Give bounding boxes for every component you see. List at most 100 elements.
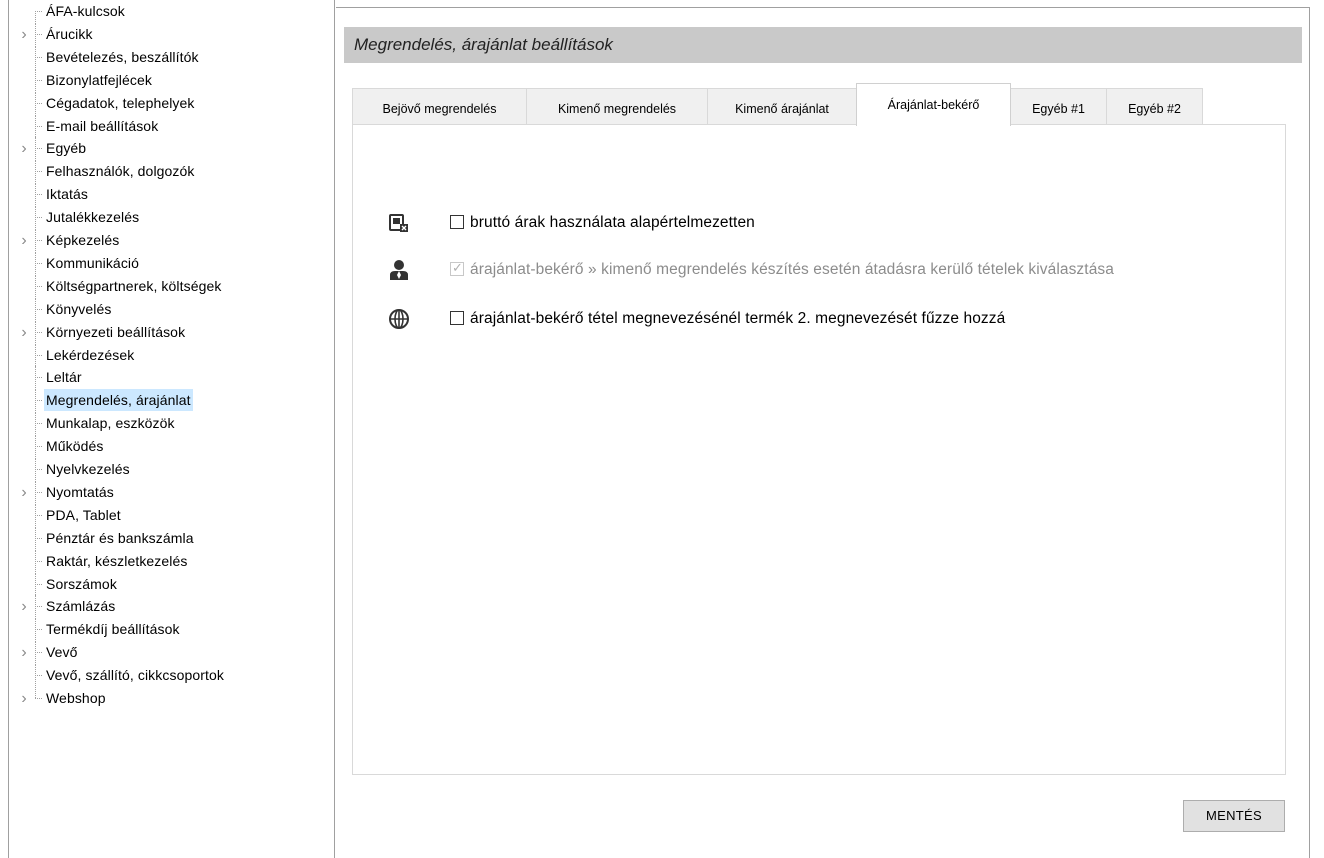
tree-item[interactable]: ÁFA-kulcsok: [9, 0, 329, 22]
tree-item[interactable]: › Számlázás: [9, 595, 329, 618]
tree-connector: [35, 217, 42, 219]
tree-guide-line: [35, 11, 37, 22]
tree-connector: [35, 285, 42, 287]
tree-connector: [35, 33, 42, 35]
tree-item-label: Nyomtatás: [46, 483, 114, 500]
tree-connector: [35, 537, 42, 539]
tree-connector: [35, 171, 42, 173]
tree-item[interactable]: Bevételezés, beszállítók: [9, 45, 329, 68]
tree-item[interactable]: Cégadatok, telephelyek: [9, 91, 329, 114]
tree-item-label: Munkalap, eszközök: [46, 415, 175, 432]
tree-item-label: Jutalékkezelés: [46, 209, 140, 226]
tree-item[interactable]: Működés: [9, 435, 329, 458]
tab-arajanlat-bekero[interactable]: Árajánlat-bekérő: [856, 83, 1011, 126]
tree-item-label: Vevő, szállító, cikkcsoportok: [46, 667, 224, 684]
tree-item-label: Vevő: [46, 644, 78, 661]
tab-egyeb-2[interactable]: Egyéb #2: [1106, 88, 1203, 125]
tab-bejovo-megrendeles[interactable]: Bejövő megrendelés: [352, 88, 527, 125]
tree-item-label: E-mail beállítások: [46, 117, 159, 134]
tree-connector: [35, 698, 42, 699]
tree-item-label: Környezeti beállítások: [46, 323, 186, 340]
globe-icon: [388, 308, 410, 330]
masodik-megnevezes-checkbox[interactable]: [450, 311, 464, 325]
tree-item[interactable]: Megrendelés, árajánlat: [9, 389, 329, 412]
save-button[interactable]: MENTÉS: [1183, 800, 1285, 832]
tree-connector: [35, 675, 42, 677]
tree-item[interactable]: Jutalékkezelés: [9, 206, 329, 229]
tab-egyeb-1[interactable]: Egyéb #1: [1010, 88, 1107, 125]
tree-connector: [35, 583, 42, 585]
tree-item[interactable]: Sorszámok: [9, 572, 329, 595]
tree-item[interactable]: Könyvelés: [9, 297, 329, 320]
tree-item[interactable]: › Környezeti beállítások: [9, 320, 329, 343]
tree-connector: [35, 240, 42, 241]
tree-connector: [35, 423, 42, 425]
tree-connector: [35, 354, 42, 356]
tree-item[interactable]: Vevő, szállító, cikkcsoportok: [9, 664, 329, 687]
tree-item[interactable]: › Vevő: [9, 641, 329, 664]
tree-item-label: Bizonylatfejlécek: [46, 71, 152, 88]
page-title: Megrendelés, árajánlat beállítások: [344, 27, 1302, 63]
settings-tree[interactable]: ÁFA-kulcsok › Árucikk Bevételezés, beszállí…: [8, 0, 335, 858]
tree-item[interactable]: Bizonylatfejlécek: [9, 68, 329, 91]
tree-item[interactable]: Iktatás: [9, 183, 329, 206]
chevron-right-icon[interactable]: ›: [17, 599, 31, 615]
tree-connector: [35, 469, 42, 470]
chevron-right-icon[interactable]: ›: [17, 141, 31, 157]
tree-item-label: Nyelvkezelés: [46, 461, 130, 477]
tree-item[interactable]: › Képkezelés: [9, 229, 329, 251]
tree-item[interactable]: Raktár, készletkezelés: [9, 549, 329, 572]
tree-item[interactable]: E-mail beállítások: [9, 114, 329, 137]
tree-connector: [35, 491, 42, 493]
tree-connector: [35, 629, 42, 631]
chevron-right-icon[interactable]: ›: [17, 233, 31, 249]
chevron-right-icon[interactable]: ›: [17, 691, 31, 707]
tree-item[interactable]: Kommunikáció: [9, 251, 329, 274]
tree-item-label: Kommunikáció: [46, 254, 140, 271]
tree-item[interactable]: Termékdíj beállítások: [9, 618, 329, 641]
tree-connector: [35, 400, 42, 402]
tree-item[interactable]: PDA, Tablet: [9, 503, 329, 526]
tree-item[interactable]: Pénztár és bankszámla: [9, 526, 329, 549]
tree-item-label: Árucikk: [46, 25, 93, 42]
tree-item[interactable]: › Nyomtatás: [9, 480, 329, 503]
tree-item[interactable]: Lekérdezések: [9, 343, 329, 366]
tetelek-kivalasztasa-checkbox: ✓: [450, 260, 464, 276]
tree-item-label: Könyvelés: [46, 300, 112, 317]
tree-item[interactable]: Felhasználók, dolgozók: [9, 160, 329, 183]
tree-connector: [35, 102, 42, 104]
tree-item-label: Webshop: [46, 690, 106, 706]
price-tag-icon: [388, 212, 410, 234]
tree-item[interactable]: Munkalap, eszközök: [9, 412, 329, 435]
tree-item-label: Felhasználók, dolgozók: [46, 163, 195, 180]
tree-item-label: Képkezelés: [46, 232, 120, 248]
user-icon: [388, 259, 410, 281]
chevron-right-icon[interactable]: ›: [17, 645, 31, 661]
tree-connector: [35, 331, 42, 333]
brutto-arak-label: bruttó árak használata alapértelmezetten: [470, 214, 755, 231]
tree-item-label: Cégadatok, telephelyek: [46, 94, 195, 111]
tree-item[interactable]: Leltár: [9, 366, 329, 389]
tree-item-label: PDA, Tablet: [46, 506, 121, 523]
masodik-megnevezes-label: árajánlat-bekérő tétel megnevezésénél te…: [470, 310, 1006, 327]
chevron-right-icon[interactable]: ›: [17, 26, 31, 42]
tree-guide-line: [35, 687, 37, 698]
tab-kimeno-megrendeles[interactable]: Kimenő megrendelés: [526, 88, 708, 125]
tree-item[interactable]: Nyelvkezelés: [9, 458, 329, 480]
tree-item-label: Számlázás: [46, 598, 116, 615]
brutto-arak-checkbox[interactable]: [450, 215, 464, 229]
tree-item-label: Működés: [46, 438, 104, 455]
chevron-right-icon[interactable]: ›: [17, 484, 31, 500]
tree-connector: [35, 79, 42, 81]
tree-item[interactable]: › Egyéb: [9, 137, 329, 160]
tree-connector: [35, 308, 42, 310]
chevron-right-icon[interactable]: ›: [17, 324, 31, 340]
tetelek-kivalasztasa-label: árajánlat-bekérő » kimenő megrendelés ké…: [470, 261, 1114, 278]
tree-item[interactable]: › Webshop: [9, 687, 329, 709]
tree-connector: [35, 262, 42, 264]
tree-item-label: Egyéb: [46, 140, 87, 157]
tree-item[interactable]: Költségpartnerek, költségek: [9, 274, 329, 297]
tree-connector: [35, 125, 42, 127]
tab-kimeno-arajanlat[interactable]: Kimenő árajánlat: [707, 88, 857, 125]
tree-item[interactable]: › Árucikk: [9, 22, 329, 45]
